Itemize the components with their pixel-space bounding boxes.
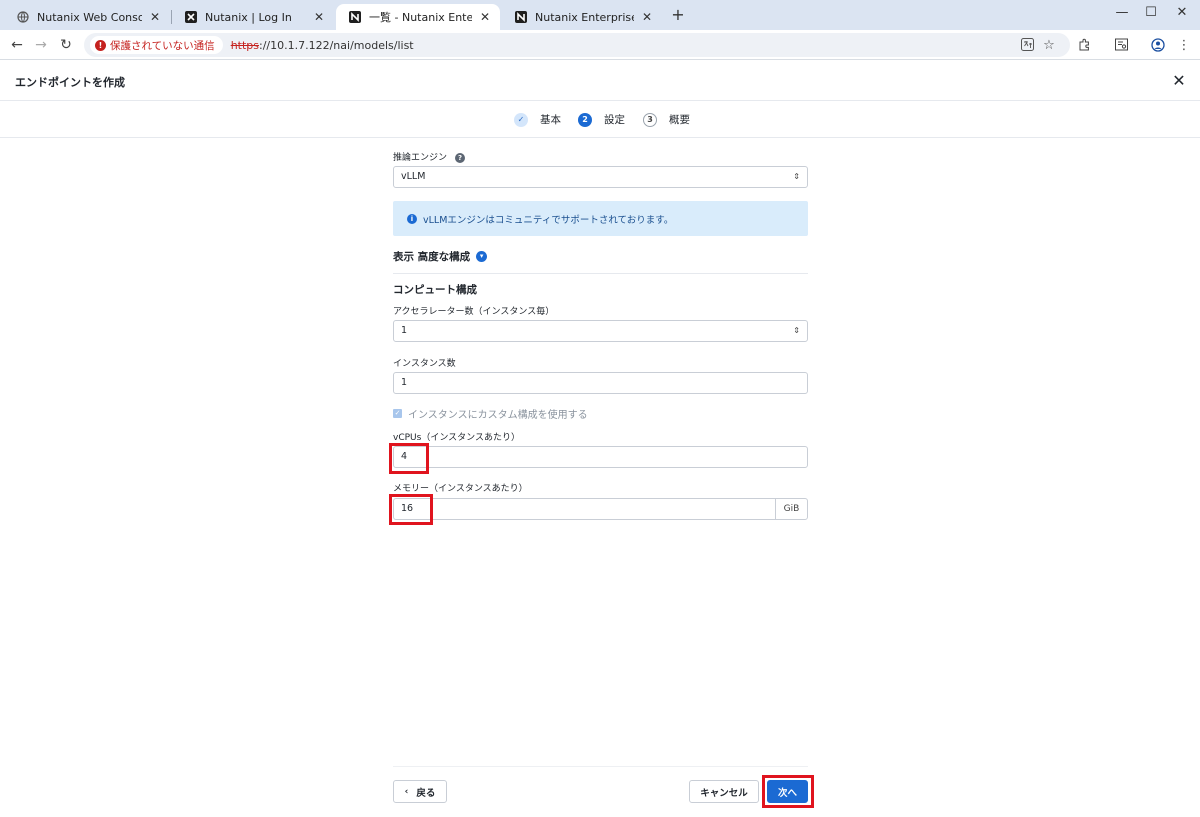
- check-icon: ✓: [514, 112, 528, 127]
- info-text: vLLMエンジンはコミュニティでサポートされております。: [423, 214, 674, 226]
- highlight-box-memory: [389, 494, 433, 525]
- back-button[interactable]: ‹ 戻る: [393, 780, 447, 803]
- footer-divider: [393, 766, 808, 767]
- accelerator-label: アクセラレーター数（インスタンス毎）: [393, 307, 555, 317]
- maximize-icon[interactable]: ☐: [1141, 5, 1161, 20]
- address-bar: ← → ↻ ! 保護されていない通信 https://10.1.7.122/na…: [0, 30, 1200, 60]
- accelerator-count-select[interactable]: 1 ⇕: [393, 320, 808, 342]
- url-input[interactable]: ! 保護されていない通信 https://10.1.7.122/nai/mode…: [84, 33, 1070, 57]
- extensions-icon[interactable]: [1076, 38, 1092, 54]
- url-path: ://10.1.7.122/nai/models/list: [259, 38, 414, 52]
- reading-mode-icon[interactable]: [1113, 38, 1129, 54]
- step-basic[interactable]: ✓ 基本: [514, 112, 561, 127]
- close-icon[interactable]: ✕: [640, 10, 654, 24]
- back-arrow-icon[interactable]: ←: [8, 36, 26, 54]
- close-icon[interactable]: ✕: [312, 10, 326, 24]
- warning-icon: !: [95, 39, 106, 51]
- memory-label: メモリー（インスタンスあたり）: [393, 484, 528, 494]
- bookmark-star-icon[interactable]: ☆: [1041, 38, 1057, 54]
- custom-config-checkbox-row[interactable]: ✓ インスタンスにカスタム構成を使用する: [393, 406, 588, 421]
- reload-icon[interactable]: ↻: [57, 36, 75, 54]
- browser-tab-bar: Nutanix Web Console ✕ Nutanix | Log In ✕…: [0, 0, 1200, 30]
- window-close-icon[interactable]: ✕: [1172, 5, 1192, 20]
- accelerator-value: 1: [401, 325, 408, 336]
- nutanix-n-icon: [514, 10, 528, 24]
- nutanix-n-icon: [348, 10, 362, 24]
- tab-nutanix-enterprise-ai-list[interactable]: 一覧 - Nutanix Enterprise AI ✕: [336, 4, 500, 30]
- instances-value: 1: [401, 377, 408, 388]
- new-tab-button[interactable]: +: [670, 6, 686, 24]
- tab-nutanix-web-console[interactable]: Nutanix Web Console ✕: [4, 4, 170, 30]
- help-icon[interactable]: ?: [455, 152, 466, 163]
- nutanix-x-icon: [184, 10, 198, 24]
- highlight-box-next: [762, 775, 814, 808]
- security-label: 保護されていない通信: [110, 39, 215, 52]
- step-number: 2: [578, 112, 592, 127]
- cancel-button-label: キャンセル: [700, 787, 748, 799]
- menu-kebab-icon[interactable]: ⋮: [1176, 38, 1192, 54]
- tab-title: Nutanix Enterprise AI 2.6 - データ: [535, 11, 634, 24]
- translate-icon[interactable]: [1019, 38, 1035, 54]
- tab-nutanix-enterprise-ai-docs[interactable]: Nutanix Enterprise AI 2.6 - データ ✕: [502, 4, 662, 30]
- back-button-label: 戻る: [416, 787, 436, 799]
- url-text: https://10.1.7.122/nai/models/list: [231, 39, 414, 52]
- instances-label: インスタンス数: [393, 359, 456, 369]
- tab-title: Nutanix Web Console: [37, 10, 142, 24]
- step-label: 概要: [669, 114, 690, 126]
- info-icon: i: [407, 213, 417, 224]
- select-arrows-icon: ⇕: [793, 326, 800, 335]
- custom-config-label: インスタンスにカスタム構成を使用する: [408, 410, 588, 421]
- instance-count-input[interactable]: 1: [393, 372, 808, 394]
- engine-value: vLLM: [401, 171, 426, 182]
- wizard-stepper: ✓ 基本 2 設定 3 概要: [0, 101, 1200, 138]
- close-icon[interactable]: ✕: [148, 10, 162, 24]
- checkbox-checked-icon[interactable]: ✓: [393, 409, 402, 418]
- divider: [393, 273, 808, 274]
- security-chip[interactable]: ! 保護されていない通信: [90, 36, 223, 54]
- engine-label: 推論エンジン?: [393, 150, 466, 163]
- step-label: 設定: [604, 114, 625, 126]
- profile-icon[interactable]: [1150, 38, 1166, 54]
- engine-label-text: 推論エンジン: [393, 153, 448, 163]
- step-settings[interactable]: 2 設定: [578, 112, 625, 127]
- step-label: 基本: [540, 114, 561, 126]
- cancel-button[interactable]: キャンセル: [689, 780, 759, 803]
- inference-engine-select[interactable]: vLLM ⇕: [393, 166, 808, 188]
- memory-unit: GiB: [775, 499, 807, 519]
- forward-arrow-icon[interactable]: →: [32, 36, 50, 54]
- vcpu-label: vCPUs（インスタンスあたり）: [393, 433, 520, 443]
- tab-title: Nutanix | Log In: [205, 10, 292, 24]
- chevron-left-icon: ‹: [404, 786, 409, 797]
- memory-input[interactable]: 16 GiB: [393, 498, 808, 520]
- vcpu-input[interactable]: 4: [393, 446, 808, 468]
- step-summary[interactable]: 3 概要: [643, 112, 690, 127]
- info-banner: i vLLMエンジンはコミュニティでサポートされております。: [393, 201, 808, 236]
- globe-icon: [16, 10, 30, 24]
- dialog-header: エンドポイントを作成 ✕: [0, 61, 1200, 101]
- highlight-box-vcpu: [389, 443, 429, 474]
- tab-title: 一覧 - Nutanix Enterprise AI: [369, 11, 472, 24]
- tab-nutanix-login[interactable]: Nutanix | Log In ✕: [172, 4, 334, 30]
- close-icon[interactable]: ✕: [478, 10, 492, 24]
- minimize-icon[interactable]: —: [1112, 5, 1132, 20]
- advanced-toggle-label: 表示 高度な構成: [393, 251, 471, 263]
- url-scheme: https: [230, 38, 259, 52]
- chevron-down-icon: ▾: [476, 251, 488, 262]
- page-title: エンドポイントを作成: [15, 76, 125, 89]
- close-icon[interactable]: ✕: [1170, 71, 1188, 90]
- step-number: 3: [643, 112, 657, 127]
- advanced-config-toggle[interactable]: 表示 高度な構成 ▾: [393, 249, 488, 264]
- compute-section-title: コンピュート構成: [393, 284, 477, 296]
- select-arrows-icon: ⇕: [793, 172, 800, 181]
